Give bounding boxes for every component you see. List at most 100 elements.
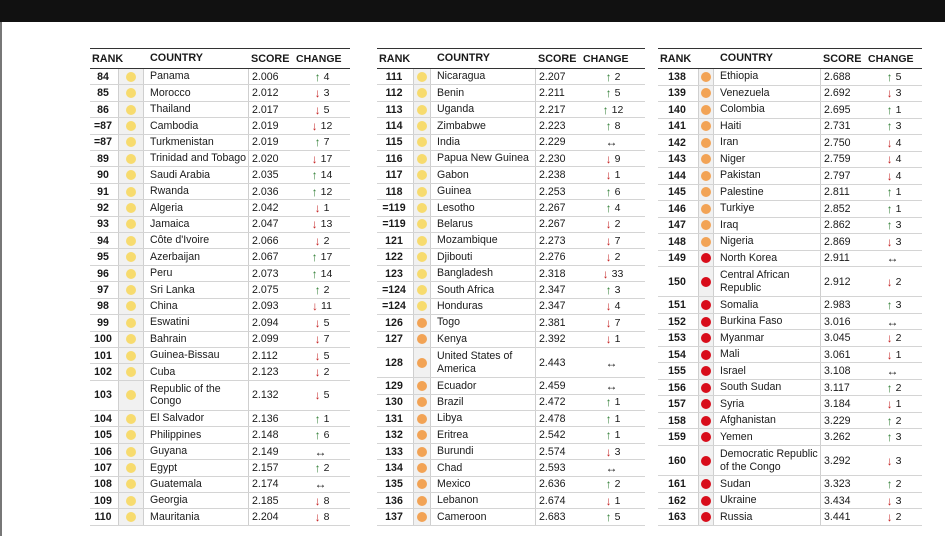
score-cell: 2.253 — [535, 183, 581, 200]
risk-level-dot — [701, 276, 711, 287]
change-amount: 3 — [895, 219, 902, 232]
rank-cell: =87 — [94, 136, 112, 149]
change-cell: ↑ 3 — [581, 284, 645, 296]
table-row: 109 Georgia 2.185 ↓ 8 — [90, 493, 350, 510]
rank-cell: 86 — [97, 103, 109, 116]
rank-cell: 146 — [668, 202, 686, 215]
risk-dot-cell — [413, 167, 431, 183]
score-cell: 2.869 — [820, 234, 866, 250]
change-down-arrow-icon: ↓ — [605, 233, 612, 248]
table-row: 103 Republic of the Congo 2.132 ↓ 5 — [90, 380, 350, 411]
change-amount: 5 — [895, 70, 902, 83]
change-amount: 5 — [614, 511, 621, 524]
change-cell: ↑ 17 — [294, 251, 350, 263]
rank-cell: 99 — [97, 316, 109, 329]
change-cell: ↓ 1 — [866, 398, 922, 410]
risk-dot-cell — [698, 476, 714, 492]
score-cell: 2.912 — [820, 267, 866, 297]
score-cell: 2.207 — [535, 69, 581, 85]
risk-dot-cell — [413, 216, 431, 233]
score-header: SCORE — [823, 52, 862, 65]
table-row: 144 Pakistan 2.797 ↓ 4 — [658, 168, 922, 185]
table-row: 121 Mozambique 2.273 ↓ 7 — [377, 233, 645, 250]
score-cell: 2.759 — [820, 151, 866, 167]
change-cell: ↑ 2 — [866, 478, 922, 490]
change-up-arrow-icon: ↑ — [886, 185, 893, 200]
country-cell: South Sudan — [720, 381, 782, 394]
change-down-arrow-icon: ↓ — [886, 86, 893, 101]
change-amount: 7 — [323, 333, 330, 346]
country-cell: Palestine — [720, 185, 764, 198]
country-cell: Guinea — [437, 185, 472, 198]
change-amount: 8 — [323, 511, 330, 524]
rank-cell: 90 — [97, 169, 109, 182]
score-cell: 2.019 — [248, 134, 294, 151]
country-cell: Rwanda — [150, 185, 189, 198]
country-header: COUNTRY — [720, 52, 773, 65]
table-row: 116 Papua New Guinea 2.230 ↓ 9 — [377, 151, 645, 168]
score-cell: 2.276 — [535, 249, 581, 265]
country-cell: Israel — [720, 364, 746, 377]
change-up-arrow-icon: ↑ — [314, 69, 321, 84]
change-up-arrow-icon: ↑ — [605, 69, 612, 84]
change-down-arrow-icon: ↓ — [314, 233, 321, 248]
change-down-arrow-icon: ↓ — [886, 168, 893, 183]
country-cell: Eritrea — [437, 428, 469, 441]
change-amount: 3 — [323, 87, 330, 100]
change-up-arrow-icon: ↑ — [886, 102, 893, 117]
risk-dot-cell — [698, 492, 714, 509]
table-row: 102 Cuba 2.123 ↓ 2 — [90, 364, 350, 381]
change-cell: ↑ 12 — [581, 104, 645, 116]
risk-level-dot — [126, 88, 136, 99]
table-row: 118 Guinea 2.253 ↑ 6 — [377, 183, 645, 201]
change-down-arrow-icon: ↓ — [605, 168, 612, 183]
change-amount: 1 — [895, 348, 902, 361]
table-body: 84 Panama 2.006 ↑ 4 85 Morocco 2.012 ↓ 3 86 Thailan… — [90, 69, 350, 526]
change-amount: 2 — [895, 381, 902, 394]
change-amount: 1 — [614, 412, 621, 425]
rank-cell: 148 — [668, 235, 686, 248]
change-up-arrow-icon: ↑ — [886, 298, 893, 313]
rank-cell: 118 — [385, 185, 403, 198]
rank-cell: 129 — [385, 379, 403, 392]
rank-cell: 134 — [385, 461, 403, 474]
table-row: 154 Mali 3.061 ↓ 1 — [658, 346, 922, 364]
risk-dot-cell — [413, 200, 431, 216]
change-no-change-arrow-icon: ↔ — [605, 460, 618, 475]
rank-cell: 140 — [668, 103, 686, 116]
country-cell: Sri Lanka — [150, 283, 195, 296]
change-cell: ↓ 13 — [294, 218, 350, 230]
score-cell: 2.047 — [248, 216, 294, 233]
change-up-arrow-icon: ↑ — [886, 119, 893, 134]
risk-level-dot — [701, 187, 711, 198]
risk-level-dot — [701, 382, 711, 393]
table-row: 105 Philippines 2.148 ↑ 6 — [90, 427, 350, 444]
rank-cell: 92 — [97, 201, 109, 214]
table-row: 163 Russia 3.441 ↓ 2 — [658, 509, 922, 526]
country-cell: Gabon — [437, 168, 469, 181]
risk-dot-cell — [118, 265, 144, 282]
rank-cell: 137 — [385, 511, 403, 524]
table-row: =87 Cambodia 2.019 ↓ 12 — [90, 118, 350, 135]
table-row: 126 Togo 2.381 ↓ 7 — [377, 315, 645, 332]
risk-level-dot — [126, 413, 136, 424]
table-row: =124 South Africa 2.347 ↑ 3 — [377, 282, 645, 299]
change-amount: 5 — [323, 389, 330, 402]
risk-level-dot — [126, 202, 136, 213]
change-up-arrow-icon: ↑ — [311, 184, 318, 199]
country-cell: Guatemala — [150, 477, 202, 490]
table-row: =124 Honduras 2.347 ↓ 4 — [377, 298, 645, 316]
change-down-arrow-icon: ↓ — [311, 118, 318, 133]
score-cell: 2.459 — [535, 378, 581, 394]
table-row: 93 Jamaica 2.047 ↓ 13 — [90, 216, 350, 234]
change-cell: ↑ 14 — [294, 169, 350, 181]
country-cell: Pakistan — [720, 169, 761, 182]
change-amount: 2 — [895, 275, 902, 288]
rank-cell: 127 — [385, 333, 403, 346]
change-amount: 5 — [614, 87, 621, 100]
rank-cell: 151 — [668, 299, 686, 312]
change-amount: 12 — [320, 119, 333, 132]
risk-dot-cell — [698, 250, 714, 266]
country-cell: India — [437, 135, 460, 148]
change-down-arrow-icon: ↓ — [886, 331, 893, 346]
